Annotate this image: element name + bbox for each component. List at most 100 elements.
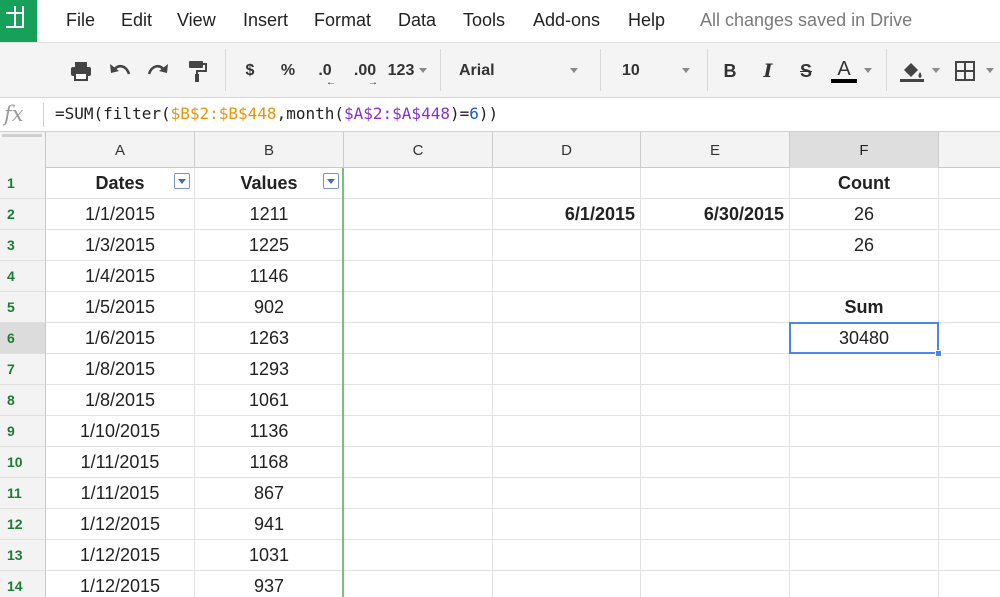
cell-b1[interactable]: Values [195, 168, 344, 199]
frozen-column-divider[interactable] [342, 168, 344, 597]
filter-dropdown-icon[interactable] [323, 173, 339, 189]
cell-a14[interactable]: 1/12/2015 [46, 571, 195, 597]
menu-data[interactable]: Data [398, 10, 436, 31]
row-header-14[interactable]: 14 [0, 571, 46, 597]
cell-a9[interactable]: 1/10/2015 [46, 416, 195, 447]
cell-f2[interactable]: 26 [790, 199, 939, 230]
cell-f13[interactable] [790, 540, 939, 571]
row-header-6[interactable]: 6 [0, 323, 46, 354]
column-header-b[interactable]: B [195, 132, 344, 168]
menu-help[interactable]: Help [628, 10, 665, 31]
cell-b8[interactable]: 1061 [195, 385, 344, 416]
cell-d7[interactable] [493, 354, 641, 385]
cell-c10[interactable] [344, 447, 493, 478]
menu-file[interactable]: File [66, 10, 95, 31]
fill-color-icon[interactable] [898, 57, 926, 85]
cell-f12[interactable] [790, 509, 939, 540]
cell-b4[interactable]: 1146 [195, 261, 344, 292]
row-header-9[interactable]: 9 [0, 416, 46, 447]
row-header-13[interactable]: 13 [0, 540, 46, 571]
cell-c6[interactable] [344, 323, 493, 354]
cell-d3[interactable] [493, 230, 641, 261]
cell-a8[interactable]: 1/8/2015 [46, 385, 195, 416]
cell-g8[interactable] [939, 385, 1000, 416]
text-color-caret-icon[interactable] [864, 68, 872, 73]
font-size-select[interactable]: 10 [622, 57, 672, 85]
menu-tools[interactable]: Tools [463, 10, 505, 31]
cell-a12[interactable]: 1/12/2015 [46, 509, 195, 540]
cell-e13[interactable] [641, 540, 790, 571]
column-header-d[interactable]: D [493, 132, 641, 168]
cell-d9[interactable] [493, 416, 641, 447]
sheets-logo-icon[interactable] [0, 0, 37, 42]
cell-b13[interactable]: 1031 [195, 540, 344, 571]
cell-e2[interactable]: 6/30/2015 [641, 199, 790, 230]
cell-e14[interactable] [641, 571, 790, 597]
number-format-button[interactable]: 123 [386, 57, 416, 85]
cell-c14[interactable] [344, 571, 493, 597]
cell-d6[interactable] [493, 323, 641, 354]
cell-a11[interactable]: 1/11/2015 [46, 478, 195, 509]
cell-g5[interactable] [939, 292, 1000, 323]
cell-e5[interactable] [641, 292, 790, 323]
cell-c7[interactable] [344, 354, 493, 385]
cell-g4[interactable] [939, 261, 1000, 292]
menu-view[interactable]: View [177, 10, 216, 31]
cell-c8[interactable] [344, 385, 493, 416]
cell-b12[interactable]: 941 [195, 509, 344, 540]
cell-b11[interactable]: 867 [195, 478, 344, 509]
cell-g14[interactable] [939, 571, 1000, 597]
cell-f5[interactable]: Sum [790, 292, 939, 323]
cell-b2[interactable]: 1211 [195, 199, 344, 230]
cell-d8[interactable] [493, 385, 641, 416]
borders-caret-icon[interactable] [986, 68, 994, 73]
filter-dropdown-icon[interactable] [174, 173, 190, 189]
text-color-button[interactable]: A [830, 57, 858, 85]
cell-b5[interactable]: 902 [195, 292, 344, 323]
menu-insert[interactable]: Insert [243, 10, 288, 31]
row-header-10[interactable]: 10 [0, 447, 46, 478]
cell-g7[interactable] [939, 354, 1000, 385]
cell-g12[interactable] [939, 509, 1000, 540]
cell-g6[interactable] [939, 323, 1000, 354]
cell-f1[interactable]: Count [790, 168, 939, 199]
cell-c13[interactable] [344, 540, 493, 571]
font-family-caret-icon[interactable] [570, 68, 578, 73]
cell-f10[interactable] [790, 447, 939, 478]
cell-a3[interactable]: 1/3/2015 [46, 230, 195, 261]
cell-e9[interactable] [641, 416, 790, 447]
cell-g2[interactable] [939, 199, 1000, 230]
cell-b6[interactable]: 1263 [195, 323, 344, 354]
row-header-7[interactable]: 7 [0, 354, 46, 385]
cell-a13[interactable]: 1/12/2015 [46, 540, 195, 571]
cell-a4[interactable]: 1/4/2015 [46, 261, 195, 292]
italic-button[interactable]: I [757, 57, 779, 85]
redo-icon[interactable] [145, 57, 171, 85]
print-icon[interactable] [68, 57, 94, 85]
increase-decimal-button[interactable]: .00 → [350, 57, 380, 88]
strikethrough-button[interactable]: S [795, 57, 817, 85]
column-header-a[interactable]: A [46, 132, 195, 168]
fill-handle[interactable] [935, 350, 942, 357]
cell-g13[interactable] [939, 540, 1000, 571]
cell-a5[interactable]: 1/5/2015 [46, 292, 195, 323]
cell-b9[interactable]: 1136 [195, 416, 344, 447]
cell-b14[interactable]: 937 [195, 571, 344, 597]
column-header-f[interactable]: F [790, 132, 939, 168]
cell-g9[interactable] [939, 416, 1000, 447]
cell-e3[interactable] [641, 230, 790, 261]
cell-e4[interactable] [641, 261, 790, 292]
cell-f4[interactable] [790, 261, 939, 292]
font-size-caret-icon[interactable] [682, 68, 690, 73]
row-header-1[interactable]: 1 [0, 168, 46, 199]
decrease-decimal-button[interactable]: .0 ← [312, 57, 338, 88]
cell-d1[interactable] [493, 168, 641, 199]
cell-f11[interactable] [790, 478, 939, 509]
row-header-11[interactable]: 11 [0, 478, 46, 509]
cell-c9[interactable] [344, 416, 493, 447]
borders-icon[interactable] [952, 57, 978, 85]
cell-f6[interactable]: 30480 [790, 323, 939, 354]
cell-d11[interactable] [493, 478, 641, 509]
row-header-5[interactable]: 5 [0, 292, 46, 323]
cell-c11[interactable] [344, 478, 493, 509]
